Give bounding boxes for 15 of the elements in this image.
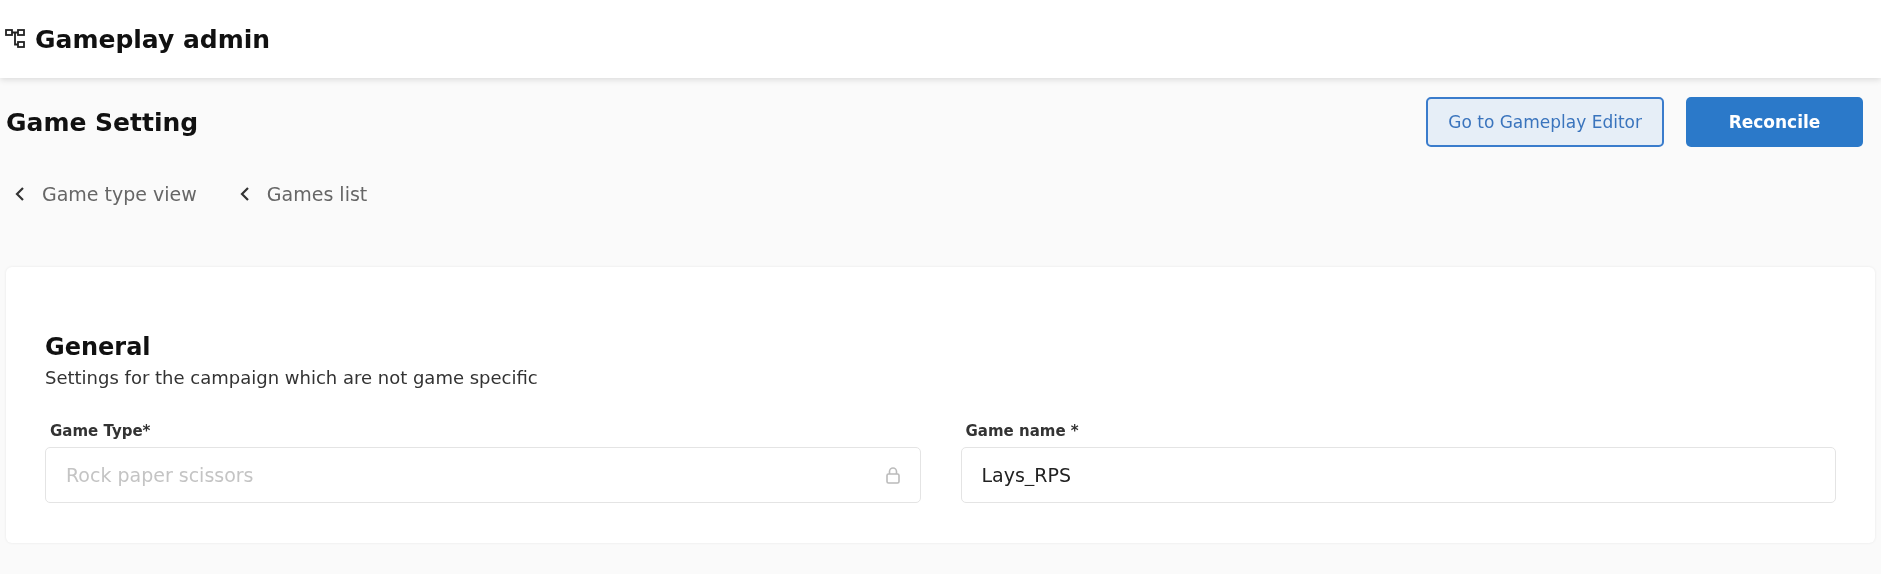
chevron-left-icon [14,186,26,202]
lock-icon [884,466,901,484]
hierarchy-icon [5,28,27,50]
chevron-left-icon [238,186,251,202]
section-title: General [45,333,152,361]
editor-button[interactable]: Go to Gameplay Editor [1426,97,1664,147]
field-label: Game name * [964,422,1080,440]
back-link[interactable]: Game type view [14,183,197,205]
input-field[interactable]: Lays_RPS [960,447,1836,503]
field-label: Game Type* [49,422,152,440]
app-title: Gameplay admin [35,24,271,54]
section-description: Settings for the campaign which are not game specific [45,367,539,388]
page-title: Game Setting [6,107,199,137]
back-link[interactable]: Games list [238,183,368,205]
reconcile-button[interactable]: Reconcile [1686,97,1863,147]
